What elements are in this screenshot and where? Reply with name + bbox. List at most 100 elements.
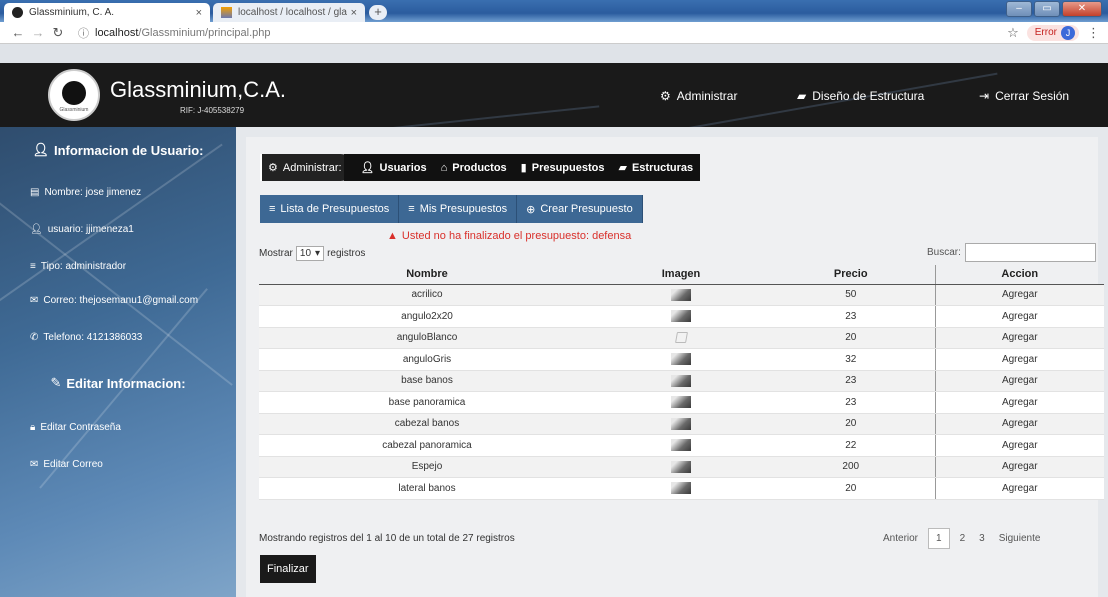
table-row: anguloBlanco 20 Agregar bbox=[259, 327, 1104, 349]
user-nombre: ▤ Nombre: jose jimenez bbox=[30, 187, 141, 198]
cell-precio: 20 bbox=[767, 413, 935, 435]
productos-table: Nombre Imagen Precio Accion acrilico 50 Ag… bbox=[259, 265, 1104, 500]
tab-usuarios[interactable]: 👤︎ Usuarios bbox=[354, 161, 434, 175]
product-thumbnail bbox=[671, 460, 691, 473]
company-logo[interactable]: Glassminium bbox=[48, 69, 100, 121]
length-suffix: registros bbox=[327, 248, 366, 259]
cell-accion: Agregar bbox=[934, 456, 1104, 478]
table-row: anguloGris 32 Agregar bbox=[259, 348, 1104, 371]
pagination-prev[interactable]: Anterior bbox=[876, 529, 925, 548]
agregar-link[interactable]: Agregar bbox=[1002, 354, 1038, 365]
nav-label: Diseño de Estructura bbox=[812, 89, 925, 103]
minimize-icon[interactable]: – bbox=[1006, 1, 1032, 17]
reload-icon[interactable]: ↻ bbox=[48, 25, 68, 41]
cell-precio: 23 bbox=[767, 370, 935, 392]
close-tab-icon[interactable]: × bbox=[351, 7, 357, 19]
bookmark-star-icon[interactable]: ☆ bbox=[1007, 25, 1019, 41]
column-header-imagen[interactable]: Imagen bbox=[595, 265, 767, 285]
editar-contrasena-link[interactable]: 🔒︎ Editar Contraseña bbox=[30, 422, 121, 433]
warning-icon: ▲ bbox=[387, 230, 398, 242]
pagination-page-2[interactable]: 2 bbox=[953, 529, 973, 548]
pagination-page-1[interactable]: 1 bbox=[928, 528, 950, 549]
table-search: Buscar: bbox=[927, 243, 1096, 262]
structure-icon: ▰ bbox=[618, 162, 627, 174]
cell-accion: Agregar bbox=[934, 477, 1104, 500]
cell-accion: Agregar bbox=[934, 327, 1104, 349]
pagination-page-3[interactable]: 3 bbox=[972, 529, 992, 548]
user-usuario-text: usuario: jjimeneza1 bbox=[47, 224, 134, 235]
close-tab-icon[interactable]: × bbox=[196, 7, 202, 19]
cell-imagen bbox=[595, 434, 767, 457]
nav-diseno-estructura[interactable]: ▰ Diseño de Estructura bbox=[797, 89, 924, 103]
subtab-label: Mis Presupuestos bbox=[419, 203, 508, 215]
maximize-icon[interactable]: ▭ bbox=[1034, 1, 1060, 17]
cell-nombre: lateral banos bbox=[259, 477, 595, 500]
agregar-link[interactable]: Agregar bbox=[1002, 483, 1038, 494]
close-window-icon[interactable]: ✕ bbox=[1062, 1, 1102, 17]
lock-icon: 🔒︎ bbox=[30, 422, 36, 433]
pagination-next[interactable]: Siguiente bbox=[992, 529, 1048, 548]
user-correo-text: Correo: thejosemanu1@gmail.com bbox=[43, 295, 199, 306]
agregar-link[interactable]: Agregar bbox=[1002, 375, 1038, 386]
editar-correo-link[interactable]: ✉ Editar Correo bbox=[30, 459, 103, 470]
cell-nombre: cabezal banos bbox=[259, 413, 595, 435]
cell-imagen bbox=[595, 477, 767, 500]
product-thumbnail bbox=[671, 374, 691, 387]
cell-nombre: angulo2x20 bbox=[259, 305, 595, 328]
logo-emblem-icon bbox=[62, 81, 86, 105]
tab-presupuestos[interactable]: ▮ Presupuestos bbox=[514, 161, 612, 175]
tab-administrar[interactable]: ⚙ Administrar: bbox=[260, 154, 354, 181]
presupuesto-subtabs: ≡ Lista de Presupuestos ≡ Mis Presupuest… bbox=[260, 195, 643, 223]
browser-tab-active[interactable]: Glassminium, C. A. × bbox=[4, 3, 210, 22]
company-rif: RIF: J-405538279 bbox=[180, 106, 245, 115]
subtab-crear-presupuesto[interactable]: ⊕ Crear Presupuesto bbox=[517, 195, 643, 223]
page-length-select[interactable]: 10 ▾ bbox=[295, 246, 325, 261]
cell-precio: 20 bbox=[767, 477, 935, 500]
column-header-accion[interactable]: Accion bbox=[934, 265, 1104, 285]
nav-cerrar-sesion[interactable]: ⇥ Cerrar Sesión bbox=[979, 89, 1069, 103]
subtab-label: Lista de Presupuestos bbox=[280, 203, 390, 215]
subtab-label: Crear Presupuesto bbox=[540, 203, 633, 215]
tab-productos[interactable]: ⌂ Productos bbox=[434, 162, 514, 174]
cell-accion: Agregar bbox=[934, 284, 1104, 306]
browser-tab-bar: Glassminium, C. A. × localhost / localho… bbox=[0, 0, 1108, 22]
phone-icon: ✆ bbox=[30, 332, 39, 343]
cell-imagen bbox=[595, 305, 767, 328]
browser-tab-phpmyadmin[interactable]: localhost / localhost / glassminiu × bbox=[213, 3, 365, 22]
info-icon[interactable]: ⓘ bbox=[78, 25, 89, 41]
product-thumbnail bbox=[671, 482, 691, 495]
agregar-link[interactable]: Agregar bbox=[1002, 332, 1038, 343]
finalizar-button[interactable]: Finalizar bbox=[260, 555, 316, 583]
nav-administrar[interactable]: ⚙ Administrar bbox=[660, 89, 737, 103]
browser-menu-icon[interactable]: ⋮ bbox=[1087, 25, 1100, 41]
back-icon[interactable]: ← bbox=[8, 25, 28, 40]
agregar-link[interactable]: Agregar bbox=[1002, 461, 1038, 472]
agregar-link[interactable]: Agregar bbox=[1002, 440, 1038, 451]
cell-precio: 20 bbox=[767, 327, 935, 349]
cell-imagen bbox=[595, 284, 767, 306]
new-tab-button[interactable]: + bbox=[369, 5, 387, 20]
product-thumbnail bbox=[671, 353, 691, 366]
forward-icon[interactable]: → bbox=[28, 25, 48, 40]
search-input[interactable] bbox=[964, 243, 1096, 262]
tab-estructuras[interactable]: ▰ Estructuras bbox=[611, 161, 700, 175]
subtab-mis-presupuestos[interactable]: ≡ Mis Presupuestos bbox=[399, 195, 518, 223]
agregar-link[interactable]: Agregar bbox=[1002, 418, 1038, 429]
nav-label: Administrar bbox=[676, 89, 738, 103]
user-icon: 👤︎ bbox=[32, 142, 49, 157]
cell-accion: Agregar bbox=[934, 391, 1104, 414]
agregar-link[interactable]: Agregar bbox=[1002, 397, 1038, 408]
admin-tab-group: 👤︎ Usuarios ⌂ Productos ▮ Presupuestos ▰… bbox=[343, 154, 701, 181]
product-thumbnail bbox=[671, 417, 691, 430]
subtab-lista-presupuestos[interactable]: ≡ Lista de Presupuestos bbox=[260, 195, 400, 223]
table-row: base banos 23 Agregar bbox=[259, 370, 1104, 392]
profile-error-button[interactable]: Error J bbox=[1026, 24, 1079, 41]
agregar-link[interactable]: Agregar bbox=[1002, 311, 1038, 322]
column-header-nombre[interactable]: Nombre bbox=[259, 265, 595, 285]
user-info-title: 👤︎ Informacion de Usuario: bbox=[0, 142, 236, 158]
column-header-precio[interactable]: Precio bbox=[767, 265, 935, 285]
agregar-link[interactable]: Agregar bbox=[1002, 289, 1038, 300]
user-tipo: ≡ Tipo: administrador bbox=[30, 261, 126, 272]
user-icon: 👤︎ bbox=[30, 224, 43, 235]
url-field[interactable]: ⓘ localhost/Glassminium/principal.php bbox=[78, 25, 270, 41]
